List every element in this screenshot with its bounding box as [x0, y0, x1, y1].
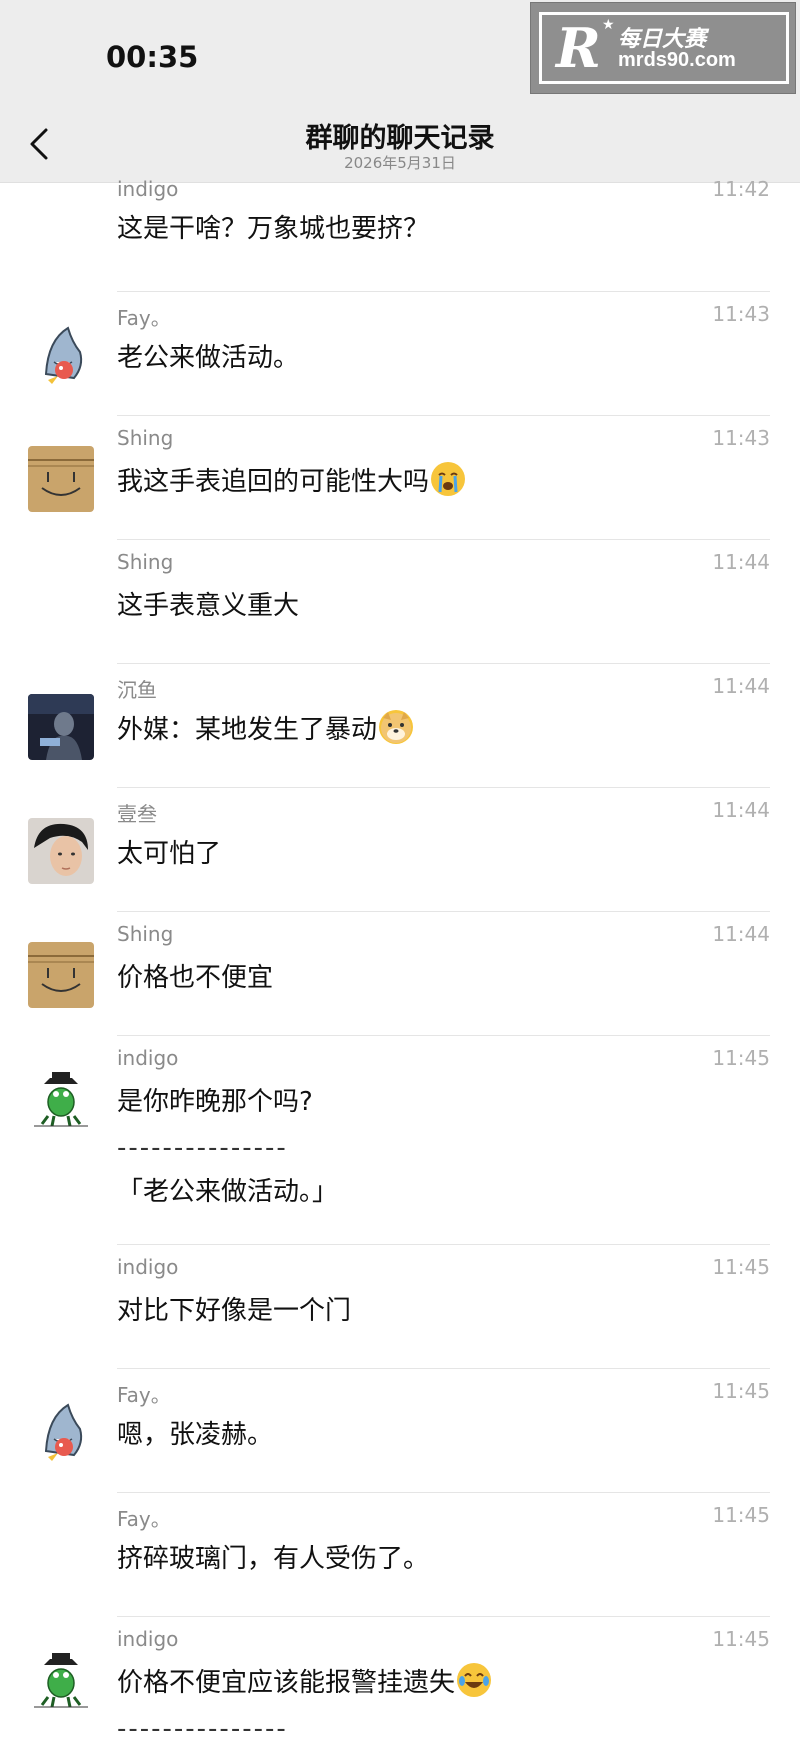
message-text: 我这手表追回的可能性大吗 — [117, 462, 466, 502]
message-text-content: 外媒：某地发生了暴动 — [117, 715, 378, 745]
message-text: 对比下好像是一个门 — [117, 1296, 352, 1326]
message-item[interactable]: Fay。 11:45 挤碎玻璃门，有人受伤了。 — [0, 1493, 800, 1617]
message-text: 价格也不便宜 — [117, 963, 274, 993]
status-time: 00:35 — [106, 40, 199, 74]
message-time: 11:42 — [712, 177, 770, 201]
message-time: 11:45 — [712, 1379, 770, 1403]
message-time: 11:45 — [712, 1503, 770, 1527]
sender-name: 沉鱼 — [117, 678, 157, 702]
message-text: 老公来做活动。 — [117, 343, 300, 373]
quote-divider: --------------- — [117, 1714, 288, 1744]
message-item[interactable]: Shing 11:44 这手表意义重大 — [0, 540, 800, 664]
message-time: 11:44 — [712, 674, 770, 698]
message-text: 太可怕了 — [117, 839, 222, 869]
shark-icon — [28, 1399, 94, 1465]
sender-name: Fay。 — [117, 1383, 171, 1407]
sender-name: Fay。 — [117, 306, 171, 330]
sender-name: 壹叁 — [117, 802, 157, 826]
page-date: 2026年5月31日 — [344, 154, 456, 172]
message-text: 这是干啥？万象城也要挤？ — [117, 214, 430, 244]
message-list: indigo 11:42 这是干啥？万象城也要挤？ Fay。 11:43 老公来… — [0, 177, 800, 1757]
message-text: 这手表意义重大 — [117, 591, 300, 621]
message-text-content: 价格不便宜应该能报警挂遗失 — [117, 1668, 456, 1698]
message-item[interactable]: Fay。 11:45 嗯，张凌赫。 — [0, 1369, 800, 1493]
crying-face-icon — [431, 462, 466, 496]
watermark-frame: R ★ 每日大赛 mrds90.com — [539, 12, 789, 84]
quoted-message[interactable]: 「老公来做活动。」 — [117, 1172, 338, 1212]
box-face-icon — [28, 942, 94, 1008]
message-time: 11:44 — [712, 550, 770, 574]
message-text: 价格不便宜应该能报警挂遗失 — [117, 1663, 492, 1703]
message-text: 挤碎玻璃门，有人受伤了。 — [117, 1544, 430, 1574]
message-text: 外媒：某地发生了暴动 — [117, 710, 414, 750]
message-item[interactable]: 沉鱼 11:44 外媒：某地发生了暴动 — [0, 664, 800, 788]
watermark-r-logo: R — [556, 16, 601, 80]
message-time: 11:45 — [712, 1255, 770, 1279]
quote-divider: --------------- — [117, 1133, 288, 1163]
cowboy-frog-icon — [28, 1066, 94, 1132]
watermark-url: mrds90.com — [618, 49, 736, 71]
doge-icon — [379, 710, 414, 744]
page-title: 群聊的聊天记录 — [305, 123, 495, 154]
dark-photo-icon — [28, 694, 94, 760]
message-time: 11:45 — [712, 1627, 770, 1651]
sender-name: Shing — [117, 426, 174, 450]
message-item[interactable]: 壹叁 11:44 太可怕了 — [0, 788, 800, 912]
sender-name: Shing — [117, 922, 174, 946]
sender-name: Shing — [117, 550, 174, 574]
cowboy-frog-icon — [28, 1647, 94, 1713]
message-time: 11:44 — [712, 922, 770, 946]
message-text-content: 我这手表追回的可能性大吗 — [117, 467, 430, 497]
tears-of-joy-icon — [457, 1663, 492, 1697]
portrait-photo-icon — [28, 818, 94, 884]
sender-name: indigo — [117, 1046, 179, 1070]
sender-name: indigo — [117, 1255, 179, 1279]
message-time: 11:45 — [712, 1046, 770, 1070]
message-item[interactable]: Shing 11:44 价格也不便宜 — [0, 912, 800, 1036]
message-item[interactable]: Shing 11:43 我这手表追回的可能性大吗 — [0, 416, 800, 540]
box-face-icon — [28, 446, 94, 512]
message-item[interactable]: Fay。 11:43 老公来做活动。 — [0, 292, 800, 416]
watermark-logo: R ★ 每日大赛 mrds90.com — [530, 2, 796, 94]
message-time: 11:44 — [712, 798, 770, 822]
nav-bar: 群聊的聊天记录 2026年5月31日 — [0, 112, 800, 183]
message-item[interactable]: indigo 11:45 是你昨晚那个吗? --------------- 「老… — [0, 1036, 800, 1245]
sender-name: Fay。 — [117, 1507, 171, 1531]
message-text: 嗯，张凌赫。 — [117, 1420, 274, 1450]
message-time: 11:43 — [712, 302, 770, 326]
message-item[interactable]: indigo 11:42 这是干啥？万象城也要挤？ — [0, 177, 800, 292]
message-item[interactable]: indigo 11:45 对比下好像是一个门 — [0, 1245, 800, 1369]
message-time: 11:43 — [712, 426, 770, 450]
shark-icon — [28, 322, 94, 388]
message-text: 是你昨晚那个吗? — [117, 1087, 313, 1117]
sender-name: indigo — [117, 177, 179, 201]
star-icon: ★ — [602, 17, 615, 33]
message-item[interactable]: indigo 11:45 价格不便宜应该能报警挂遗失 -------------… — [0, 1617, 800, 1757]
sender-name: indigo — [117, 1627, 179, 1651]
status-bar: 00:35 R ★ 每日大赛 mrds90.com — [0, 0, 800, 112]
